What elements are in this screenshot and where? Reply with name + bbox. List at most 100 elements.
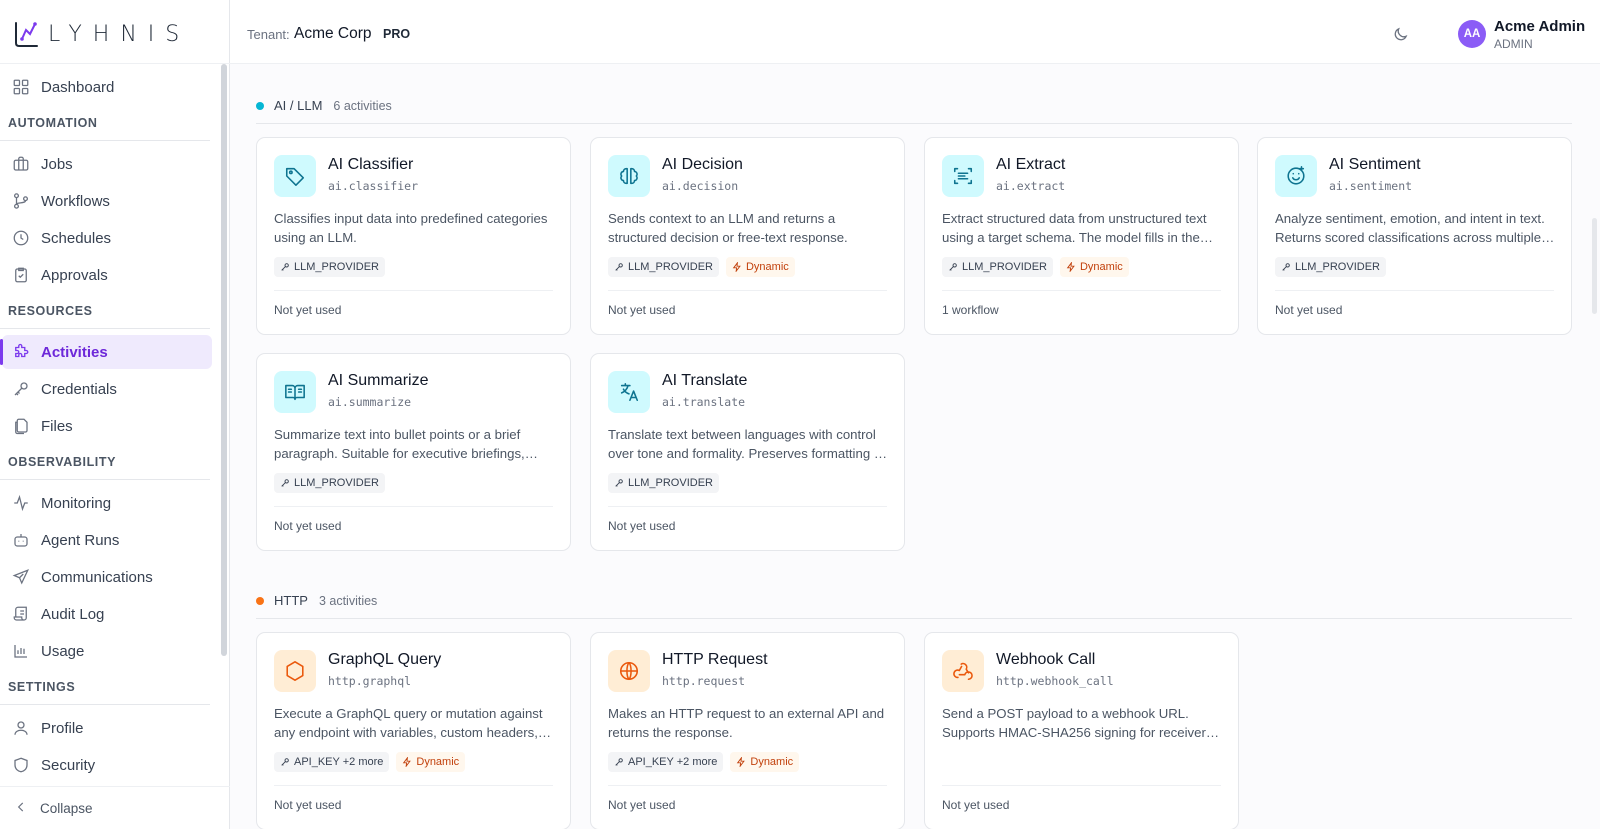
dynamic-tag-label: Dynamic	[416, 756, 460, 768]
activity-tags: LLM_PROVIDER	[1275, 257, 1386, 277]
activity-title: HTTP Request	[662, 651, 768, 668]
activity-slug: ai.extract	[996, 179, 1066, 193]
moon-icon[interactable]	[1392, 26, 1409, 43]
sidebar-item-monitoring[interactable]: Monitoring	[2, 486, 212, 520]
scroll-icon	[12, 605, 30, 623]
zap-icon	[737, 757, 746, 767]
credential-tag: LLM_PROVIDER	[942, 257, 1053, 277]
group-divider	[256, 618, 1572, 619]
sidebar-item-workflows[interactable]: Workflows	[2, 184, 212, 218]
collapse-button[interactable]: Collapse	[0, 786, 230, 829]
dynamic-tag: Dynamic	[396, 752, 466, 772]
credential-tag: LLM_PROVIDER	[274, 473, 385, 493]
puzzle-icon	[12, 343, 30, 361]
activity-card[interactable]: AI Extract ai.extract Extract structured…	[924, 137, 1239, 335]
activity-card[interactable]: Webhook Call http.webhook_call Send a PO…	[924, 632, 1239, 829]
sidebar-item-dashboard[interactable]: Dashboard	[2, 70, 212, 104]
activity-icon	[12, 494, 30, 512]
activity-tags: API_KEY +2 more Dynamic	[608, 752, 800, 772]
activity-card[interactable]: AI Translate ai.translate Translate text…	[590, 353, 905, 551]
sidebar-scrollbar[interactable]	[221, 64, 227, 656]
activity-tags: LLM_PROVIDER	[274, 257, 385, 277]
card-divider	[274, 290, 553, 291]
sidebar-item-files[interactable]: Files	[2, 409, 212, 443]
key-icon	[1282, 263, 1290, 271]
scan-text-icon	[953, 167, 973, 185]
sidebar-item-approvals[interactable]: Approvals	[2, 258, 212, 292]
credential-tag: LLM_PROVIDER	[608, 473, 719, 493]
card-divider	[274, 506, 553, 507]
zap-icon	[732, 262, 741, 272]
credential-tag-label: LLM_PROVIDER	[294, 477, 379, 489]
sidebar-item-communications[interactable]: Communications	[2, 560, 212, 594]
card-divider	[608, 506, 887, 507]
activity-icon-box	[608, 371, 650, 413]
sidebar-item-label: Usage	[41, 642, 85, 660]
avatar[interactable]: AA	[1458, 20, 1486, 48]
key-icon	[615, 479, 623, 487]
activity-card[interactable]: HTTP Request http.request Makes an HTTP …	[590, 632, 905, 829]
activity-card[interactable]: AI Summarize ai.summarize Summarize text…	[256, 353, 571, 551]
logo-text: LYHNIS	[48, 21, 191, 47]
logo-mark-icon	[15, 22, 38, 47]
bot-icon	[12, 531, 30, 549]
sidebar-item-label: Agent Runs	[41, 531, 120, 549]
activity-title: Webhook Call	[996, 651, 1096, 668]
activity-card[interactable]: AI Classifier ai.classifier Classifies i…	[256, 137, 571, 335]
activity-description: Translate text between languages with co…	[608, 427, 885, 461]
clipboard-check-icon	[12, 266, 30, 284]
brain-icon	[620, 167, 638, 185]
credential-tag: API_KEY +2 more	[608, 752, 724, 772]
activity-icon-box	[942, 155, 984, 197]
card-divider	[942, 290, 1221, 291]
activity-slug: ai.decision	[662, 179, 739, 193]
user-icon	[12, 719, 30, 737]
sidebar-item-label: Monitoring	[41, 494, 112, 512]
sidebar-item-agent-runs[interactable]: Agent Runs	[2, 523, 212, 557]
key-icon	[281, 758, 289, 766]
brand-logo[interactable]: LYHNIS	[10, 18, 190, 50]
sidebar-item-label: Credentials	[41, 380, 117, 398]
activity-title: AI Translate	[662, 372, 748, 389]
sidebar-item-credentials[interactable]: Credentials	[2, 372, 212, 406]
sidebar-item-label: Security	[41, 756, 96, 774]
tag-icon	[285, 167, 305, 186]
activity-usage: Not yet used	[608, 798, 676, 812]
key-icon	[281, 479, 289, 487]
activity-description: Execute a GraphQL query or mutation agai…	[274, 706, 543, 740]
activity-title: AI Summarize	[328, 372, 429, 389]
tenant-label: Tenant:	[247, 27, 290, 42]
main-scrollbar[interactable]	[1592, 218, 1597, 314]
activity-card[interactable]: AI Decision ai.decision Sends context to…	[590, 137, 905, 335]
activity-icon-box	[942, 650, 984, 692]
section-settings: SETTINGS	[0, 671, 210, 705]
sidebar-item-activities[interactable]: Activities	[0, 335, 212, 369]
sidebar-item-usage[interactable]: Usage	[2, 634, 212, 668]
sidebar-item-security[interactable]: Security	[2, 748, 212, 782]
book-open-icon	[285, 384, 305, 401]
activity-card[interactable]: AI Sentiment ai.sentiment Analyze sentim…	[1257, 137, 1572, 335]
group-header-http: HTTP 3 activities	[256, 593, 377, 608]
activity-card[interactable]: GraphQL Query http.graphql Execute a Gra…	[256, 632, 571, 829]
activity-tags: API_KEY +2 more Dynamic	[274, 752, 466, 772]
activity-slug: http.webhook_call	[996, 674, 1114, 688]
layout-grid-icon	[12, 78, 30, 96]
sidebar-item-audit-log[interactable]: Audit Log	[2, 597, 212, 631]
credential-tag-label: LLM_PROVIDER	[628, 261, 713, 273]
activity-slug: http.graphql	[328, 674, 412, 688]
activity-tags: LLM_PROVIDER Dynamic	[608, 257, 795, 277]
activity-icon-box	[1275, 155, 1317, 197]
activity-usage: Not yet used	[274, 519, 342, 533]
user-name[interactable]: Acme Admin	[1494, 18, 1585, 35]
key-icon	[615, 758, 623, 766]
sidebar-item-schedules[interactable]: Schedules	[2, 221, 212, 255]
sidebar-item-profile[interactable]: Profile	[2, 711, 212, 745]
activity-icon-box	[274, 650, 316, 692]
activity-usage: 1 workflow	[942, 303, 999, 317]
sidebar-item-label: Dashboard	[41, 78, 115, 96]
tenant-switcher[interactable]: Acme Corp	[294, 25, 372, 43]
activity-slug: ai.classifier	[328, 179, 419, 193]
group-count: 6 activities	[333, 98, 392, 113]
sidebar-item-jobs[interactable]: Jobs	[2, 147, 212, 181]
activity-usage: Not yet used	[1275, 303, 1343, 317]
